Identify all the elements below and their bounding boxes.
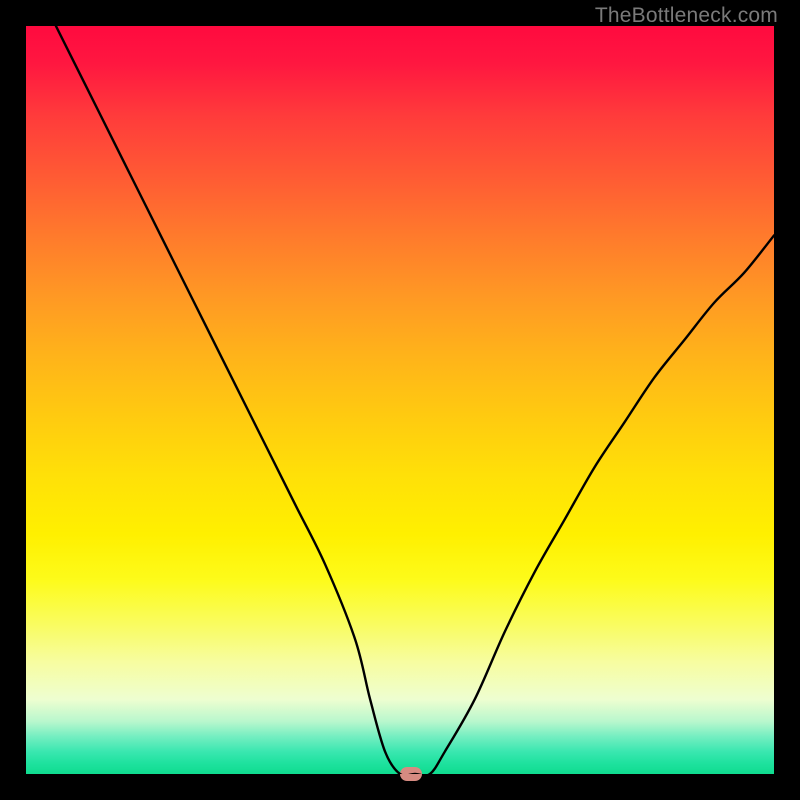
watermark-text: TheBottleneck.com (595, 4, 778, 28)
chart-stage: TheBottleneck.com (0, 0, 800, 800)
plot-area (26, 26, 774, 774)
bottleneck-curve (26, 26, 774, 774)
